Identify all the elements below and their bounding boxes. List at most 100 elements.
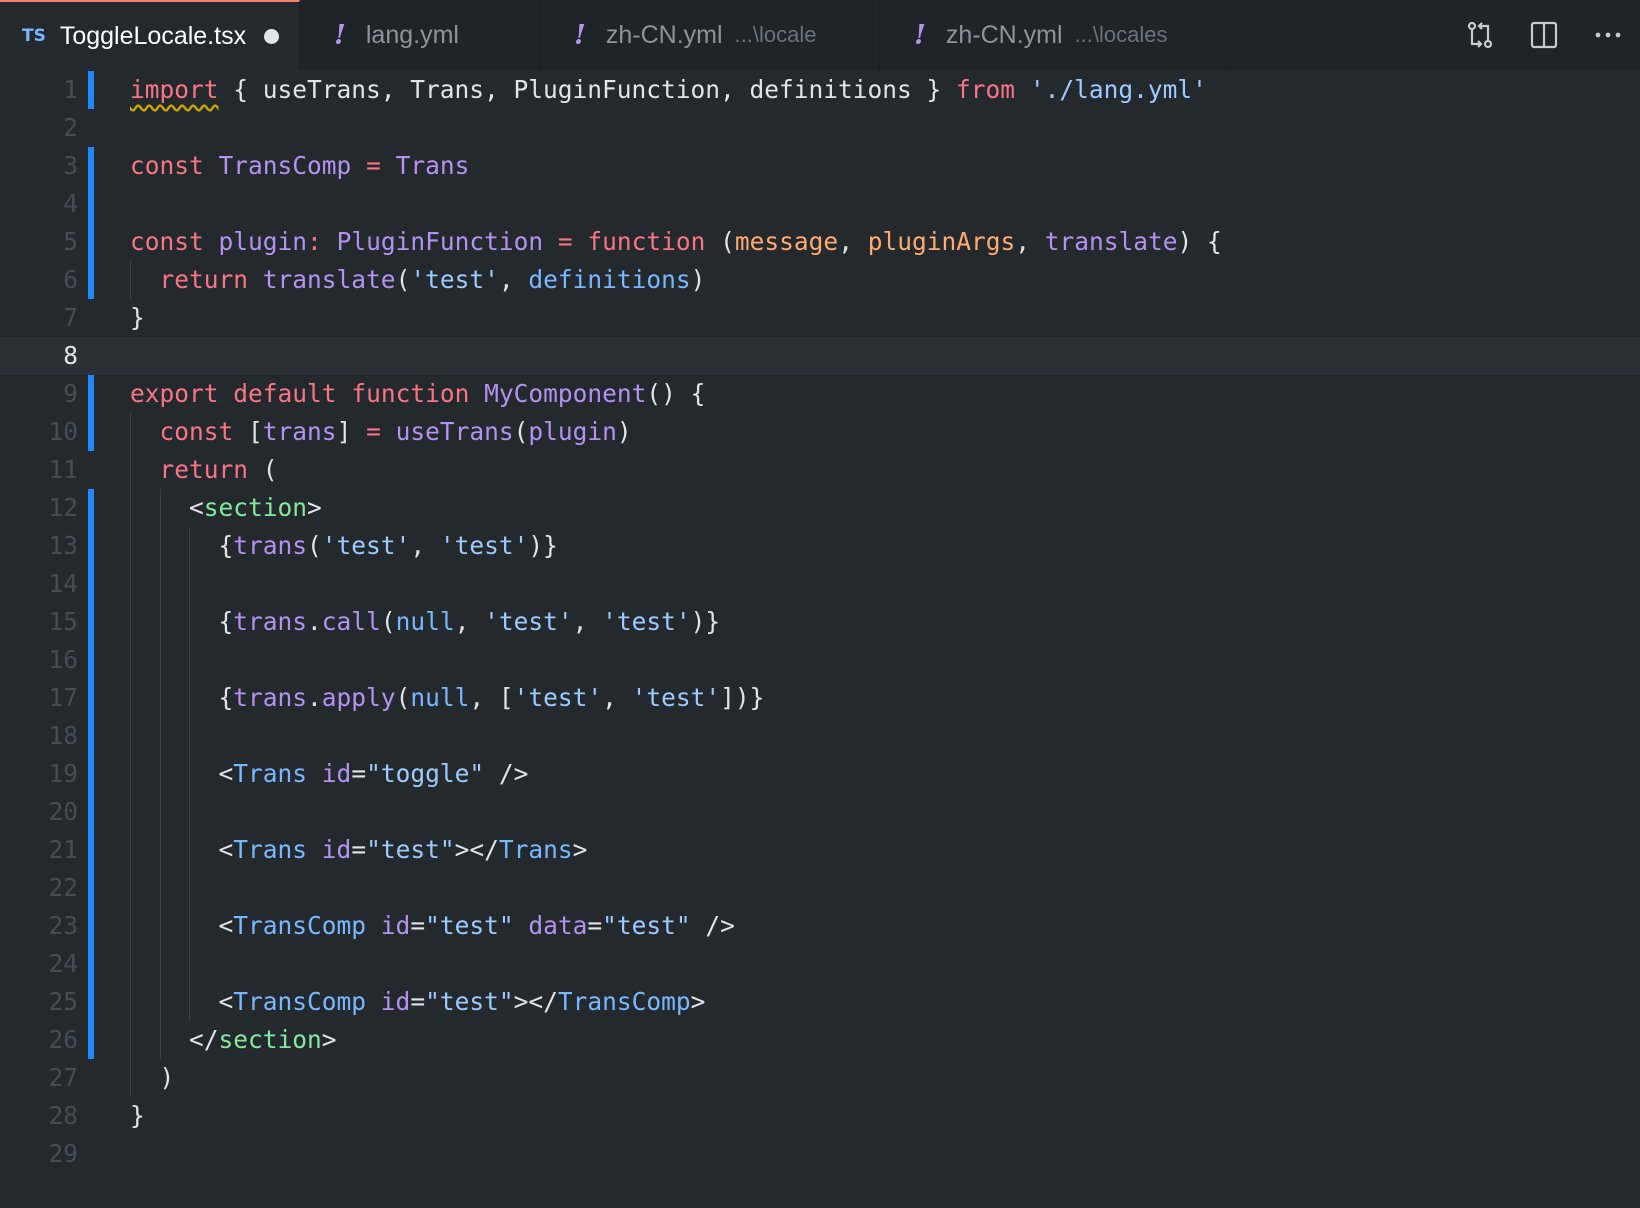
git-change-marker[interactable] — [88, 261, 94, 299]
code-line[interactable]: 24 — [0, 945, 1640, 983]
code-token: plugin — [218, 227, 308, 256]
code-token: TransComp — [233, 987, 367, 1016]
code-line[interactable]: 26 </section> — [0, 1021, 1640, 1059]
code-token: /> — [484, 759, 529, 788]
code-token: } — [130, 303, 145, 332]
code-token: ( — [380, 607, 396, 636]
code-token: = — [351, 759, 367, 788]
code-line[interactable]: 19 <Trans id="toggle" /> — [0, 755, 1640, 793]
line-number: 5 — [63, 227, 78, 256]
code-line[interactable]: 1 import { useTrans, Trans, PluginFunctio… — [0, 71, 1640, 109]
tab-3[interactable]: ! zh-CN.yml ...\locales — [880, 0, 1230, 70]
code-line[interactable]: 7} — [0, 299, 1640, 337]
line-number: 20 — [48, 797, 78, 826]
code-line[interactable]: 12 <section> — [0, 489, 1640, 527]
git-change-marker[interactable] — [88, 223, 94, 261]
code-line[interactable]: 5 const plugin: PluginFunction = function… — [0, 223, 1640, 261]
unsaved-dot-icon[interactable] — [264, 28, 280, 44]
code-token: Trans — [498, 835, 573, 864]
line-number: 8 — [63, 341, 78, 370]
code-line[interactable]: 18 — [0, 717, 1640, 755]
git-change-marker[interactable] — [88, 869, 94, 907]
git-change-marker[interactable] — [88, 1021, 94, 1059]
code-token: PluginFunction — [336, 227, 544, 256]
code-editor[interactable]: 1 import { useTrans, Trans, PluginFunctio… — [0, 70, 1640, 1208]
code-line[interactable]: 8 — [0, 337, 1640, 375]
code-token: : — [307, 227, 322, 256]
code-line[interactable]: 10 const [trans] = useTrans(plugin) — [0, 413, 1640, 451]
code-line[interactable]: 9 export default function MyComponent() { — [0, 375, 1640, 413]
code-line[interactable]: 14 — [0, 565, 1640, 603]
code-token: function — [351, 379, 470, 408]
tab-2[interactable]: ! zh-CN.yml ...\locale — [540, 0, 880, 70]
code-line[interactable]: 15 {trans.call(null, 'test', 'test')} — [0, 603, 1640, 641]
code-line[interactable]: 29 — [0, 1135, 1640, 1173]
code-token: 'test' — [439, 531, 529, 560]
code-line[interactable]: 16 — [0, 641, 1640, 679]
code-line[interactable]: 2 — [0, 109, 1640, 147]
code-text: return translate('test', definitions) — [130, 261, 706, 299]
code-line[interactable]: 21 <Trans id="test"></Trans> — [0, 831, 1640, 869]
open-changes-button[interactable] — [1448, 0, 1512, 70]
code-token: [ — [233, 417, 263, 446]
code-token: translate — [262, 265, 396, 294]
code-token: pluginArgs — [867, 227, 1016, 256]
git-change-marker[interactable] — [88, 945, 94, 983]
git-change-marker[interactable] — [88, 755, 94, 793]
code-token: plugin — [528, 417, 617, 446]
code-line[interactable]: 20 — [0, 793, 1640, 831]
line-number: 26 — [48, 1025, 78, 1054]
code-token: trans — [233, 531, 308, 560]
code-line[interactable]: 17 {trans.apply(null, ['test', 'test'])} — [0, 679, 1640, 717]
code-text: return ( — [130, 451, 278, 489]
git-change-marker[interactable] — [88, 679, 94, 717]
code-line[interactable]: 4 — [0, 185, 1640, 223]
code-line[interactable]: 23 <TransComp id="test" data="test" /> — [0, 907, 1640, 945]
git-change-marker[interactable] — [88, 603, 94, 641]
code-token: )} — [528, 531, 558, 560]
code-line[interactable]: 22 — [0, 869, 1640, 907]
tab-label: ToggleLocale.tsx — [59, 21, 247, 50]
tab-1[interactable]: ! lang.yml — [300, 0, 540, 70]
git-change-marker[interactable] — [88, 793, 94, 831]
git-change-marker[interactable] — [88, 907, 94, 945]
git-change-marker[interactable] — [88, 641, 94, 679]
code-token: MyComponent — [484, 379, 647, 408]
code-token: './lang.yml' — [1029, 75, 1207, 104]
code-token: id — [380, 911, 411, 940]
git-change-marker[interactable] — [88, 413, 94, 451]
code-token: 'test' — [513, 683, 603, 712]
code-line[interactable]: 27 ) — [0, 1059, 1640, 1097]
indent-guide — [130, 565, 131, 603]
git-change-marker[interactable] — [88, 375, 94, 413]
code-text: ) — [130, 1059, 175, 1097]
code-line[interactable]: 28} — [0, 1097, 1640, 1135]
more-actions-button[interactable] — [1576, 0, 1640, 70]
split-editor-button[interactable] — [1512, 0, 1576, 70]
code-token: = — [557, 227, 573, 256]
git-change-marker[interactable] — [88, 185, 94, 223]
git-change-marker[interactable] — [88, 527, 94, 565]
git-change-marker[interactable] — [88, 831, 94, 869]
git-change-marker[interactable] — [88, 71, 94, 109]
git-change-marker[interactable] — [88, 565, 94, 603]
code-line[interactable]: 11 return ( — [0, 451, 1640, 489]
code-line[interactable]: 13 {trans('test', 'test')} — [0, 527, 1640, 565]
tab-0[interactable]: TS ToggleLocale.tsx — [0, 0, 300, 70]
code-token: < — [130, 493, 204, 522]
code-line[interactable]: 6 return translate('test', definitions) — [0, 261, 1640, 299]
code-token: /> — [690, 911, 735, 940]
code-line[interactable]: 3 const TransComp = Trans — [0, 147, 1640, 185]
git-change-marker[interactable] — [88, 983, 94, 1021]
git-change-marker[interactable] — [88, 147, 94, 185]
git-change-marker[interactable] — [88, 717, 94, 755]
code-line[interactable]: 25 <TransComp id="test"></TransComp> — [0, 983, 1640, 1021]
code-token: useTrans — [395, 417, 514, 446]
code-token: = — [587, 911, 603, 940]
git-change-marker[interactable] — [88, 489, 94, 527]
